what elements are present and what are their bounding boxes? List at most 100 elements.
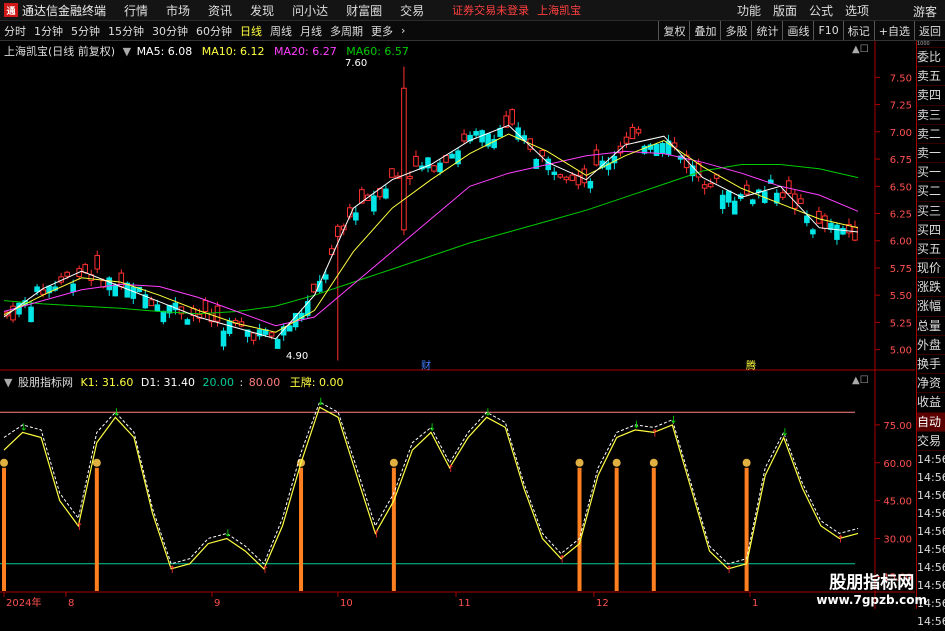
login-notice[interactable]: 证券交易未登录 bbox=[452, 2, 529, 18]
guest-label[interactable]: 游客 bbox=[913, 3, 937, 20]
kline-chart[interactable]: ↓ ↑ ↓ ↑ ↓ ↑ ↓ ↑ ↓ ↑ ↓ ↑ ↓ ↑ ↓ ↑ ↓ ↑ 7.50 7.25 7.00 6.75 6.50 6… bbox=[0, 41, 915, 609]
money-bag-icon bbox=[612, 458, 621, 467]
sidebar-buy5: 买五 bbox=[917, 240, 945, 260]
chart-area[interactable]: ↓ ↑ ↓ ↑ ↓ ↑ ↓ ↑ ↓ ↑ ↓ ↑ ↓ ↑ ↓ ↑ ↓ ↑ 7.50 7.25 7.00 6.75 6.50 6… bbox=[0, 41, 915, 609]
period-toolbar: 分时 1分钟 5分钟 15分钟 30分钟 60分钟 日线 周线 月线 多周期 更… bbox=[0, 21, 945, 41]
sidebar-buy2: 买二 bbox=[917, 182, 945, 202]
candle-body bbox=[749, 199, 756, 205]
multi-stock-button[interactable]: 多股 bbox=[720, 21, 751, 40]
add-watchlist-button[interactable]: +自选 bbox=[873, 21, 914, 40]
candle-body bbox=[431, 165, 437, 172]
chevron-right-icon[interactable]: › bbox=[401, 24, 405, 37]
buy-arrow-icon: ↑ bbox=[168, 565, 176, 576]
f10-button[interactable]: F10 bbox=[813, 21, 842, 40]
sidebar-sell4: 卖四 bbox=[917, 86, 945, 106]
right-menu: 功能 版面 公式 选项 bbox=[731, 0, 875, 20]
period-monthly[interactable]: 月线 bbox=[300, 23, 322, 39]
sell-arrow-icon: ↓ bbox=[669, 415, 677, 426]
candle-body bbox=[250, 332, 257, 341]
candle-body bbox=[334, 225, 341, 237]
tick-time: 14:56 bbox=[917, 524, 945, 538]
candle-body bbox=[106, 277, 113, 291]
sidebar-entrust-ratio: 委比 bbox=[917, 48, 945, 68]
menu-options[interactable]: 选项 bbox=[845, 2, 869, 19]
period-30min[interactable]: 30分钟 bbox=[152, 23, 188, 39]
menu-layout[interactable]: 版面 bbox=[773, 2, 797, 19]
mark-button[interactable]: 标记 bbox=[842, 21, 874, 40]
menu-wealth[interactable]: 财富圈 bbox=[346, 2, 382, 19]
sidebar-price: 现价 bbox=[917, 259, 945, 279]
statistics-button[interactable]: 统计 bbox=[751, 21, 782, 40]
candle-body bbox=[840, 228, 846, 235]
tick-time: 14:56 bbox=[917, 506, 945, 520]
overlay-button[interactable]: 叠加 bbox=[689, 21, 720, 40]
menu-bar: 通 通达信金融终端 行情 市场 资讯 发现 问小达 财富圈 交易 证券交易未登录… bbox=[0, 0, 945, 21]
indicator-options-icon[interactable]: ▲☐ bbox=[852, 375, 869, 386]
notice-stock[interactable]: 上海凯宝 bbox=[537, 2, 581, 18]
date-tick-label: 10 bbox=[340, 598, 353, 609]
period-60min[interactable]: 60分钟 bbox=[196, 23, 232, 39]
ma20-label: MA20: 6.27 bbox=[274, 45, 337, 58]
candle-body bbox=[798, 198, 804, 204]
candle-body bbox=[437, 162, 443, 173]
back-button[interactable]: 返回 bbox=[914, 21, 945, 40]
level-80-label: 80.00 bbox=[248, 376, 281, 389]
ma60-label: MA60: 6.57 bbox=[346, 45, 409, 58]
sell-arrow-icon: ↓ bbox=[317, 397, 325, 408]
period-weekly[interactable]: 周线 bbox=[270, 23, 292, 39]
price-tick-label: 7.50 bbox=[890, 73, 912, 84]
signal-bar bbox=[391, 467, 396, 591]
menu-ask[interactable]: 问小达 bbox=[292, 2, 328, 19]
period-intraday[interactable]: 分时 bbox=[4, 23, 26, 39]
period-multi[interactable]: 多周期 bbox=[330, 23, 363, 39]
sidebar-trade-button[interactable]: 交易 bbox=[917, 432, 945, 451]
menu-quotes[interactable]: 行情 bbox=[124, 2, 148, 19]
indicator-title: 股朋指标网 bbox=[17, 376, 73, 389]
menu-function[interactable]: 功能 bbox=[737, 2, 761, 19]
candle-body bbox=[160, 310, 167, 323]
menu-trade[interactable]: 交易 bbox=[400, 2, 424, 19]
settings-circle-icon[interactable]: ▼ bbox=[123, 45, 131, 58]
sidebar-sell3: 卖三 bbox=[917, 106, 945, 125]
candle-body bbox=[816, 210, 822, 224]
candle-body bbox=[28, 306, 34, 323]
chart-options-icon[interactable]: ▲☐ bbox=[852, 44, 869, 55]
sub-legend: ▼ 股朋指标网 K1: 31.60 D1: 31.40 20.00 : 80.0… bbox=[4, 376, 344, 389]
menu-market[interactable]: 市场 bbox=[166, 2, 190, 19]
sidebar-sell5: 卖五 bbox=[917, 67, 945, 87]
candle-body bbox=[226, 320, 233, 334]
period-daily[interactable]: 日线 bbox=[240, 23, 262, 39]
indicator-settings-icon[interactable]: ▼ bbox=[4, 376, 12, 389]
sidebar-auto-button[interactable]: 自动 bbox=[917, 412, 945, 432]
candle-body bbox=[353, 212, 359, 221]
watermark: 股朋指标网 www.7gpzb.com bbox=[816, 568, 927, 607]
candle-body bbox=[725, 190, 732, 203]
menu-discover[interactable]: 发现 bbox=[250, 2, 274, 19]
candle-body bbox=[629, 126, 636, 140]
period-5min[interactable]: 5分钟 bbox=[71, 23, 100, 39]
sell-arrow-icon: ↓ bbox=[112, 407, 120, 418]
period-more[interactable]: 更多 bbox=[371, 23, 393, 39]
tick-time: 14:56 bbox=[917, 452, 945, 466]
price-tick-label: 7.25 bbox=[890, 101, 912, 112]
candle-body bbox=[653, 143, 660, 157]
restore-right-button[interactable]: 复权 bbox=[658, 21, 689, 40]
menu-news[interactable]: 资讯 bbox=[208, 2, 232, 19]
menu-formula[interactable]: 公式 bbox=[809, 2, 833, 19]
stock-title: 上海凯宝(日线 前复权) bbox=[4, 45, 116, 58]
finance-marker[interactable]: 财 bbox=[421, 357, 431, 372]
signal-bar bbox=[651, 467, 656, 591]
watermark-url: www.7gpzb.com bbox=[816, 593, 927, 607]
sell-arrow-icon: ↓ bbox=[428, 422, 436, 433]
sidebar-small-tab[interactable]: 1000 bbox=[917, 41, 945, 48]
candle-body bbox=[551, 171, 558, 175]
sidebar-earnings: 收益 bbox=[917, 393, 945, 413]
draw-line-button[interactable]: 画线 bbox=[782, 21, 813, 40]
period-15min[interactable]: 15分钟 bbox=[108, 23, 144, 39]
sell-arrow-icon: ↓ bbox=[781, 428, 789, 439]
event-marker[interactable]: 腾 bbox=[746, 357, 756, 372]
period-1min[interactable]: 1分钟 bbox=[34, 23, 63, 39]
candle-body bbox=[268, 332, 275, 337]
candle-body bbox=[659, 143, 666, 154]
sidebar-turnover: 换手 bbox=[917, 355, 945, 375]
